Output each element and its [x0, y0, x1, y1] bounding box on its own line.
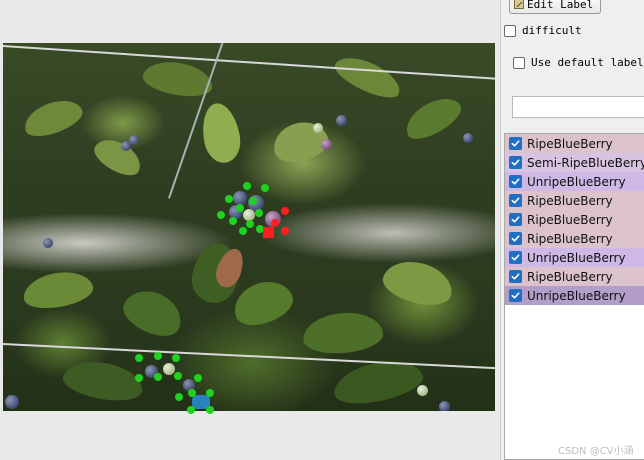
label-visible-checkbox[interactable] [509, 156, 522, 169]
polygon-vertex[interactable] [225, 195, 233, 203]
difficult-label: difficult [522, 24, 582, 37]
label-list-item[interactable]: UnripeBlueBerry [505, 248, 644, 267]
label-visible-checkbox[interactable] [509, 289, 522, 302]
checkmark-icon [511, 140, 520, 147]
label-visible-checkbox[interactable] [509, 270, 522, 283]
label-list-item[interactable]: RipeBlueBerry [505, 210, 644, 229]
polygon-vertex[interactable] [135, 374, 143, 382]
polygon-vertex[interactable] [154, 352, 162, 360]
label-list-item-text: UnripeBlueBerry [527, 174, 626, 189]
blueberry-photo[interactable] [3, 43, 495, 411]
image-canvas[interactable] [0, 0, 500, 460]
label-visible-checkbox[interactable] [509, 251, 522, 264]
label-visible-checkbox[interactable] [509, 232, 522, 245]
polygon-vertex[interactable] [243, 182, 251, 190]
label-list-item[interactable]: RipeBlueBerry [505, 267, 644, 286]
label-list-item-text: UnripeBlueBerry [527, 250, 626, 265]
difficult-checkbox-row[interactable]: difficult [504, 24, 582, 37]
label-list-item[interactable]: Semi-RipeBlueBerry [505, 153, 644, 172]
label-list-item-text: RipeBlueBerry [527, 231, 613, 246]
polygon-vertex[interactable] [239, 227, 247, 235]
use-default-label-text: Use default label [531, 56, 644, 69]
polygon-vertex[interactable] [206, 389, 214, 397]
polygon-vertex[interactable] [174, 372, 182, 380]
polygon-vertex[interactable] [154, 373, 162, 381]
polygon-vertex[interactable] [135, 354, 143, 362]
label-list-item-text: RipeBlueBerry [527, 193, 613, 208]
label-list[interactable]: RipeBlueBerry Semi-RipeBlueBerry UnripeBlu… [504, 133, 644, 460]
polygon-vertex[interactable] [261, 184, 269, 192]
checkmark-icon [511, 216, 520, 223]
polygon-vertex-selected[interactable] [281, 227, 289, 235]
polygon-vertex[interactable] [187, 406, 195, 414]
polygon-vertex[interactable] [246, 220, 254, 228]
label-visible-checkbox[interactable] [509, 194, 522, 207]
polygon-vertex[interactable] [188, 389, 196, 397]
checkmark-icon [511, 273, 520, 280]
polygon-vertex[interactable] [255, 209, 263, 217]
label-list-item[interactable]: UnripeBlueBerry [505, 286, 644, 305]
edit-label-button[interactable]: Edit Label [509, 0, 601, 14]
polygon-vertex[interactable] [172, 354, 180, 362]
polygon-vertex[interactable] [229, 217, 237, 225]
checkmark-icon [511, 235, 520, 242]
polygon-vertex-selected[interactable] [271, 219, 279, 227]
label-list-item-text: RipeBlueBerry [527, 269, 613, 284]
use-default-label-row[interactable]: Use default label [513, 56, 644, 69]
label-visible-checkbox[interactable] [509, 137, 522, 150]
label-list-item-text: RipeBlueBerry [527, 212, 613, 227]
polygon-vertex[interactable] [206, 406, 214, 414]
label-list-item-text: UnripeBlueBerry [527, 288, 626, 303]
edit-label-text: Edit Label [527, 0, 594, 11]
polygon-vertex-selected[interactable] [263, 227, 274, 238]
checkmark-icon [511, 159, 520, 166]
polygon-vertex[interactable] [175, 393, 183, 401]
checkmark-icon [511, 178, 520, 185]
watermark-text: CSDN @CV小涵 [558, 446, 634, 457]
checkmark-icon [511, 254, 520, 261]
checkmark-icon [511, 197, 520, 204]
default-label-input[interactable] [512, 96, 644, 118]
label-visible-checkbox[interactable] [509, 213, 522, 226]
label-list-item[interactable]: RipeBlueBerry [505, 229, 644, 248]
polygon-vertex[interactable] [236, 204, 244, 212]
edit-pencil-icon [514, 0, 524, 9]
label-visible-checkbox[interactable] [509, 175, 522, 188]
polygon-vertex[interactable] [217, 211, 225, 219]
label-list-item[interactable]: UnripeBlueBerry [505, 172, 644, 191]
label-list-item-text: Semi-RipeBlueBerry [527, 155, 644, 170]
polygon-vertex[interactable] [194, 374, 202, 382]
polygon-vertex-selected[interactable] [281, 207, 289, 215]
checkmark-icon [511, 292, 520, 299]
difficult-checkbox[interactable] [504, 24, 516, 37]
label-list-item[interactable]: RipeBlueBerry [505, 191, 644, 210]
label-list-item-text: RipeBlueBerry [527, 136, 613, 151]
polygon-vertex[interactable] [249, 197, 257, 205]
label-list-item[interactable]: RipeBlueBerry [505, 134, 644, 153]
use-default-label-checkbox[interactable] [513, 56, 525, 69]
